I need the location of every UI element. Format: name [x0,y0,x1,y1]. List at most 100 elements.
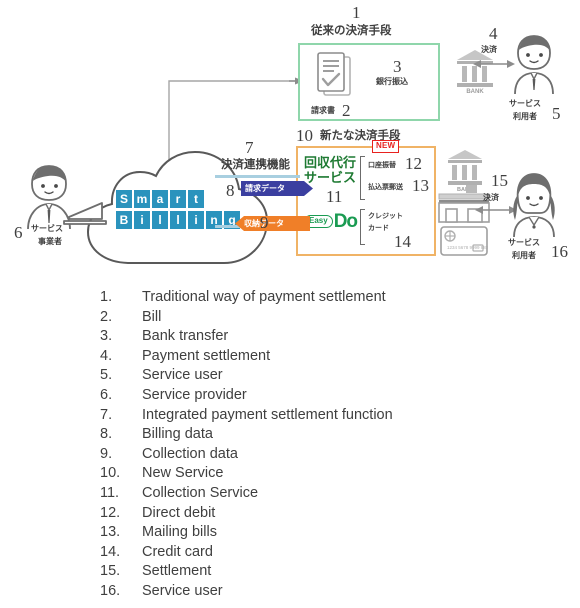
traditional-method-title: 従来の決済手段 [311,23,392,37]
sb-tile: m [134,190,150,208]
service-provider-label-line1: サービス [31,224,63,233]
callout-14: 14 [394,232,411,251]
direct-debit-label: 口座振替 [368,161,396,169]
callout-1: 1 [352,3,361,22]
sb-tile: S [116,190,132,208]
easydo-do-text: Do [333,211,358,232]
list-item: 16. Service user [100,582,560,602]
list-item: 14. Credit card [100,543,560,563]
legend-label: Credit card [142,543,213,560]
legend-number: 3. [100,328,113,345]
callout-6: 6 [14,223,23,242]
list-item: 12. Direct debit [100,504,560,524]
service-provider-label-line2: 事業者 [38,237,62,246]
sb-tile: l [152,211,168,229]
callout-12: 12 [405,154,422,173]
sb-tile: i [134,211,150,229]
legend-number: 2. [100,308,113,325]
list-item: 6. Service provider [100,386,560,406]
callout-9: 9 [260,213,269,232]
integration-bar-top [215,175,300,178]
list-item: 9. Collection data [100,445,560,465]
easydo-logo: Easy Do [304,211,358,232]
payment-flow-diagram: 1 従来の決済手段 請求書 2 3 銀行振込 BANK 4 決済 サービス 利用… [0,0,580,285]
bracket-top [360,156,365,200]
list-item: 2. Bill [100,308,560,328]
callout-4: 4 [489,24,498,43]
legend-label: Mailing bills [142,524,217,541]
legend-label: Bank transfer [142,328,229,345]
callout-10: 10 [296,126,313,145]
legend-number: 14. [100,543,121,560]
legend-number: 12. [100,504,121,521]
list-item: 4. Payment settlement [100,347,560,367]
credit-card-label-line1: クレジット [368,212,403,220]
legend-label: Direct debit [142,504,216,521]
legend-number: 5. [100,367,113,384]
legend-number: 1. [100,289,113,305]
callout-13: 13 [412,176,429,195]
list-item: 3. Bank transfer [100,327,560,347]
settlement-top-label: 決済 [481,45,497,54]
service-user-top-avatar [514,35,554,95]
collection-service-line1: 回収代行 [304,156,357,171]
legend-label: Billing data [142,426,213,443]
integration-function-label: 決済連携機能 [221,157,290,171]
legend-number: 7. [100,406,113,423]
credit-card-label-line2: カード [368,224,389,232]
sb-tile: i [188,211,204,229]
service-user-bottom-label-line1: サービス [508,238,540,247]
callout-8: 8 [226,181,235,200]
callout-7: 7 [245,138,254,157]
legend-number: 10. [100,465,121,482]
legend-number: 8. [100,426,113,443]
legend-label: Traditional way of payment settlement [142,289,386,305]
service-provider-avatar [27,165,107,230]
legend-list: 1. Traditional way of payment settlement… [100,288,560,602]
credit-card-icon: 1234 5678 9999 8888 [440,226,488,256]
list-item: 7. Integrated payment settlement functio… [100,406,560,426]
mailing-bills-label: 払込票郵送 [368,183,403,191]
legend-number: 6. [100,386,113,403]
bank-icon: BANK [457,50,493,94]
service-user-bottom-label-line2: 利用者 [512,251,536,260]
sb-tile: t [188,190,204,208]
list-item: 5. Service user [100,366,560,386]
sb-tile: r [170,190,186,208]
list-item: 8. Billing data [100,425,560,445]
list-item: 1. Traditional way of payment settlement [100,288,560,308]
billing-data-arrow: 請求データ [241,181,313,196]
new-badge: NEW [372,140,400,153]
callout-16: 16 [551,242,568,261]
bill-label: 請求書 [311,106,335,115]
service-user-top-label-line2: 利用者 [513,112,537,121]
legend-label: Service user [142,582,223,599]
sb-tile: l [170,211,186,229]
legend-number: 16. [100,582,121,599]
legend-label: Settlement [142,563,212,580]
sb-tile: a [152,190,168,208]
legend-number: 15. [100,563,121,580]
legend-number: 4. [100,347,113,364]
legend-label: New Service [142,465,224,482]
legend-label: Integrated payment settlement function [142,406,393,423]
service-user-bottom-avatar [513,173,555,238]
callout-11: 11 [326,187,343,206]
legend-label: Collection data [142,445,238,462]
legend-label: Service provider [142,386,247,403]
list-item: 15. Settlement [100,562,560,582]
settlement-bottom-label: 決済 [483,193,499,202]
callout-2: 2 [342,101,351,120]
callout-3: 3 [393,57,402,76]
legend-label: Bill [142,308,162,325]
collection-service-line2: サービス [304,171,357,186]
list-item: 11. Collection Service [100,484,560,504]
legend-label: Service user [142,367,223,384]
legend-label: Collection Service [142,484,259,501]
bank-transfer-label: 銀行振込 [376,77,408,86]
list-item: 10. New Service [100,464,560,484]
bill-icon [317,52,351,96]
collection-data-arrow: 収納データ [235,216,310,231]
legend-number: 9. [100,445,113,462]
callout-5: 5 [552,104,561,123]
